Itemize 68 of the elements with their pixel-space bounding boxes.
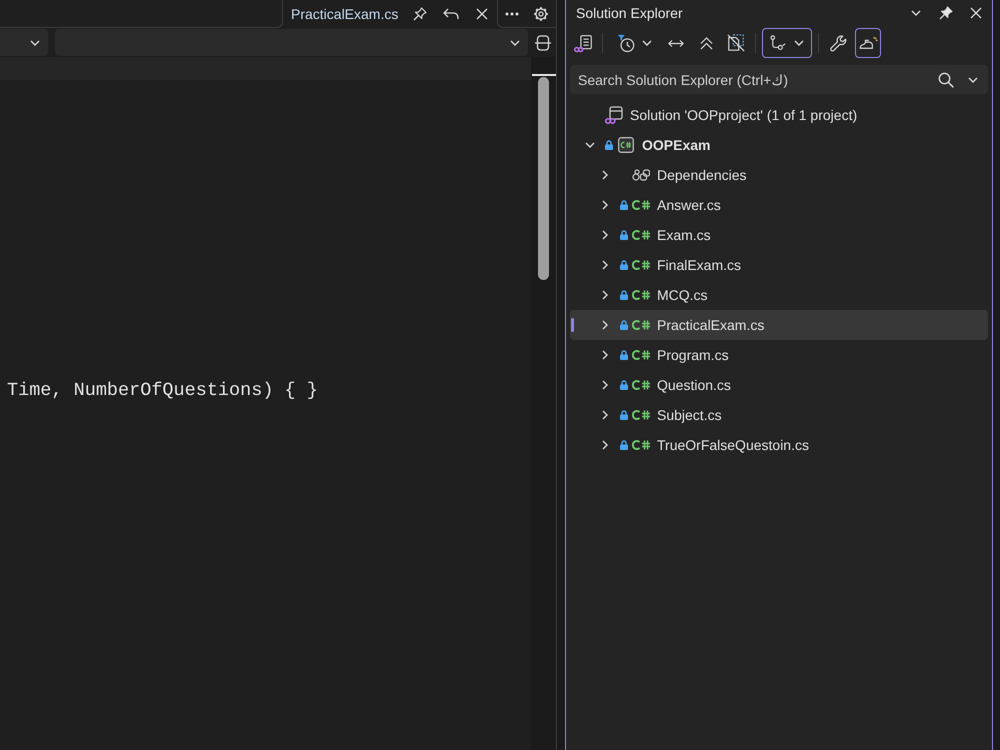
chevron-right-icon[interactable] bbox=[602, 440, 608, 450]
chevron-right-icon[interactable] bbox=[602, 260, 608, 270]
chevron-right-icon[interactable] bbox=[602, 230, 608, 240]
document-infinity-icon[interactable] bbox=[574, 34, 592, 52]
more-icon[interactable] bbox=[505, 12, 519, 16]
panel-title: Solution Explorer bbox=[576, 4, 683, 23]
chevron-down-icon[interactable] bbox=[585, 142, 595, 148]
chevron-down-icon[interactable] bbox=[642, 40, 652, 46]
scrollbar-thumb[interactable] bbox=[538, 77, 549, 280]
chevron-down-icon[interactable] bbox=[911, 10, 921, 16]
c-sharp-icon bbox=[632, 259, 650, 271]
c-sharp-icon bbox=[632, 229, 650, 241]
tree-item[interactable]: Program.cs bbox=[570, 340, 988, 370]
tree-item[interactable]: MCQ.cs bbox=[570, 280, 988, 310]
document-tab[interactable]: PracticalExam.cs bbox=[283, 0, 497, 28]
tree-item[interactable]: TrueOrFalseQuestoin.cs bbox=[570, 430, 988, 460]
linked-rings-icon bbox=[632, 169, 650, 181]
search-icon[interactable] bbox=[938, 72, 954, 88]
branch-nodes-icon[interactable] bbox=[770, 35, 788, 51]
tree-item[interactable]: Dependencies bbox=[570, 160, 988, 190]
double-chevron-up-icon[interactable] bbox=[700, 36, 712, 50]
chevron-right-icon[interactable] bbox=[602, 410, 608, 420]
tree-item[interactable]: PracticalExam.cs bbox=[570, 310, 988, 340]
double-arrow-icon[interactable] bbox=[668, 38, 684, 48]
pin-icon[interactable] bbox=[939, 6, 953, 20]
toolbar-button[interactable] bbox=[855, 28, 881, 58]
c-sharp-icon bbox=[632, 319, 650, 331]
chevron-right-icon[interactable] bbox=[602, 350, 608, 360]
return-arrow-icon[interactable] bbox=[443, 8, 459, 20]
close-icon[interactable] bbox=[970, 7, 982, 19]
settings-icon[interactable] bbox=[533, 6, 549, 22]
toolbar-button[interactable] bbox=[762, 28, 812, 58]
tree-item[interactable]: FinalExam.cs bbox=[570, 250, 988, 280]
tree-item[interactable]: Solution 'OOPproject' (1 of 1 project) bbox=[570, 100, 988, 130]
chevron-right-icon[interactable] bbox=[602, 380, 608, 390]
c-sharp-icon bbox=[632, 199, 650, 211]
tree-item[interactable]: OOPExam bbox=[570, 130, 988, 160]
clock-filter-icon[interactable] bbox=[616, 34, 636, 52]
chevron-right-icon[interactable] bbox=[602, 200, 608, 210]
c-sharp-icon bbox=[632, 289, 650, 301]
chevron-down-icon[interactable] bbox=[968, 76, 978, 82]
chevron-down-icon bbox=[30, 40, 40, 46]
chevron-down-icon bbox=[510, 40, 520, 46]
chevron-right-icon[interactable] bbox=[602, 170, 608, 180]
wrench-icon[interactable] bbox=[830, 34, 846, 52]
crossed-out-files-icon[interactable] bbox=[727, 34, 745, 52]
iron-sparkle-icon[interactable] bbox=[858, 36, 878, 50]
close-icon[interactable] bbox=[476, 8, 488, 20]
tree-item[interactable]: Answer.cs bbox=[570, 190, 988, 220]
c-sharp-icon bbox=[632, 349, 650, 361]
c-sharp-icon bbox=[632, 379, 650, 391]
chevron-right-icon[interactable] bbox=[602, 320, 608, 330]
code-line: Time, NumberOfQuestions) { } bbox=[6, 381, 319, 401]
split-box-icon[interactable] bbox=[535, 34, 551, 50]
dropdown-field[interactable] bbox=[55, 29, 528, 56]
chevron-down-icon[interactable] bbox=[794, 40, 804, 46]
dropdown-field[interactable] bbox=[0, 29, 48, 56]
c-sharp-icon bbox=[632, 439, 650, 451]
tree-item[interactable]: Exam.cs bbox=[570, 220, 988, 250]
chevron-right-icon[interactable] bbox=[602, 290, 608, 300]
window-infinity-icon bbox=[605, 106, 623, 124]
search-field[interactable]: Search Solution Explorer (Ctrl+ك) bbox=[570, 65, 988, 94]
c-sharp-icon bbox=[632, 409, 650, 421]
c-sharp-box-icon bbox=[618, 137, 634, 153]
caret-position-marker bbox=[532, 74, 556, 76]
tree-item[interactable]: Question.cs bbox=[570, 370, 988, 400]
tree-item[interactable]: Subject.cs bbox=[570, 400, 988, 430]
pin-icon[interactable] bbox=[413, 7, 427, 21]
